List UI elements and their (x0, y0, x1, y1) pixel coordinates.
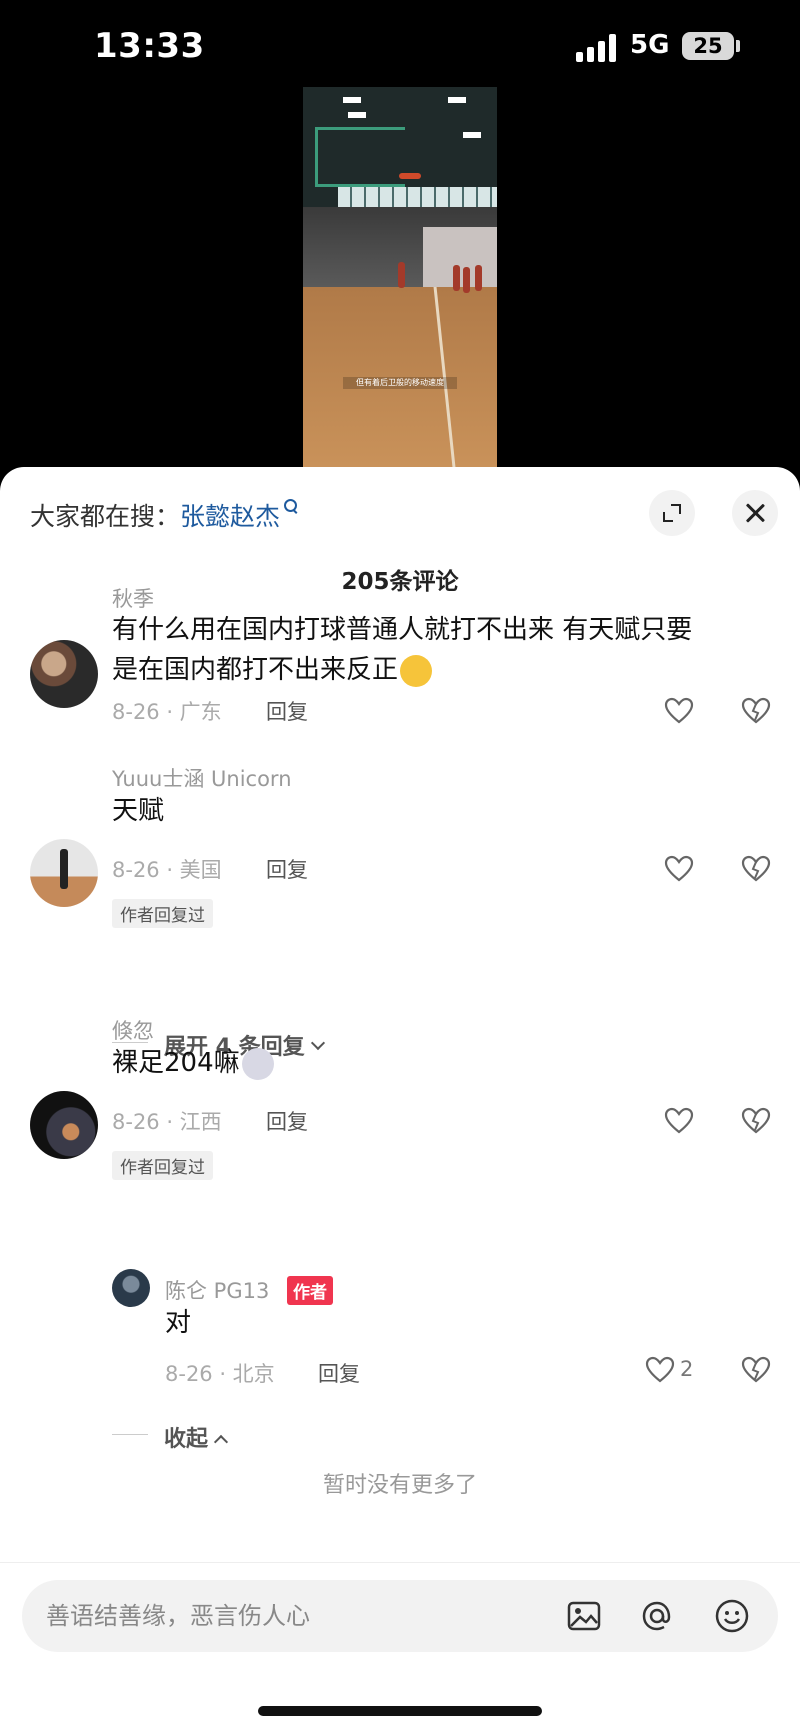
comment-sheet: 大家都在搜：张懿赵杰 205条评论 秋季 有什么用在国内打球普通人就打不出来 有… (0, 467, 800, 1731)
video-light (463, 132, 481, 138)
image-icon[interactable] (566, 1598, 602, 1634)
search-icon (284, 499, 300, 515)
comment-text: 有什么用在国内打球普通人就打不出来 有天赋只要 是在国内都打不出来反正 (112, 610, 692, 690)
avatar[interactable] (30, 640, 98, 708)
reply-text: 对 (165, 1308, 192, 1338)
reply-button[interactable]: 回复 (266, 1106, 308, 1136)
chevron-up-icon (213, 1434, 229, 1450)
comment-meta: 8-26 · 江西 (112, 1110, 222, 1134)
network-type: 5G (630, 30, 670, 60)
status-bar: 13:33 5G 25 (0, 0, 800, 92)
home-indicator[interactable] (258, 1706, 542, 1716)
video-light (343, 97, 361, 103)
dislike-icon[interactable] (741, 1355, 771, 1385)
status-time: 13:33 (94, 26, 205, 66)
video-player-figure (453, 265, 460, 291)
reply-username[interactable]: 陈仑 PG13 (165, 1275, 269, 1305)
comment-text-part: 是在国内都打不出来反正 (112, 655, 399, 685)
comment-username[interactable]: 秋季 (112, 583, 154, 613)
emoji-icon[interactable] (714, 1598, 750, 1634)
comment-text: 裸足204嘛 (112, 1043, 274, 1083)
comment-text: 天赋 (112, 796, 165, 826)
heart-icon[interactable] (664, 1106, 694, 1136)
divider (112, 1434, 148, 1435)
search-suggestion[interactable]: 大家都在搜：张懿赵杰 (30, 497, 300, 533)
battery-icon: 25 (682, 32, 734, 60)
heart-icon[interactable] (645, 1355, 675, 1385)
author-replied-tag: 作者回复过 (112, 899, 213, 928)
like-count: 2 (680, 1357, 694, 1381)
video-caption: 但有着后卫般的移动速度 (343, 377, 457, 389)
comment-username[interactable]: Yuuu士涵 Unicorn (112, 763, 292, 793)
at-icon[interactable] (639, 1598, 675, 1634)
collapse-replies-button[interactable]: 收起 (164, 1421, 229, 1453)
comment-meta: 8-26 · 美国 (112, 858, 222, 882)
video-hoop (399, 173, 421, 179)
avatar[interactable] (30, 1091, 98, 1159)
avatar[interactable] (112, 1269, 150, 1307)
dog-emoji-icon (241, 1047, 274, 1080)
expand-icon (663, 504, 681, 522)
comment-username[interactable]: 倏忽 (112, 1015, 154, 1045)
reply-button[interactable]: 回复 (318, 1358, 360, 1388)
collapse-label: 收起 (164, 1427, 209, 1452)
expand-button[interactable] (649, 490, 695, 536)
author-replied-tag: 作者回复过 (112, 1151, 213, 1180)
search-prefix: 大家都在搜： (30, 502, 181, 531)
search-term[interactable]: 张懿赵杰 (180, 502, 280, 531)
chevron-down-icon (310, 1035, 325, 1051)
video-player-figure (398, 262, 405, 288)
laughing-emoji-icon (400, 654, 433, 687)
dislike-icon[interactable] (741, 696, 771, 726)
comment-meta: 8-26 · 广东 (112, 700, 222, 724)
reply-meta: 8-26 · 北京 (165, 1362, 275, 1386)
close-button[interactable] (732, 490, 778, 536)
video-player[interactable]: 但有着后卫般的移动速度 (303, 87, 497, 467)
signal-icon (576, 34, 620, 62)
heart-icon[interactable] (664, 854, 694, 884)
video-backboard (315, 127, 405, 187)
heart-icon[interactable] (664, 696, 694, 726)
video-player-figure (463, 267, 470, 293)
battery-tip (736, 40, 740, 52)
no-more-text: 暂时没有更多了 (322, 1473, 477, 1498)
comment-text-part: 裸足204嘛 (112, 1048, 240, 1078)
video-banner (423, 227, 497, 287)
comment-text-line: 是在国内都打不出来反正 (112, 650, 692, 690)
video-windows (338, 187, 497, 209)
comment-input-bar (22, 1580, 778, 1652)
video-light (348, 112, 366, 118)
reply-button[interactable]: 回复 (266, 696, 308, 726)
video-light (448, 97, 466, 103)
comment-input[interactable] (46, 1580, 546, 1652)
video-player-figure (475, 265, 482, 291)
reply-button[interactable]: 回复 (266, 854, 308, 884)
dislike-icon[interactable] (741, 1106, 771, 1136)
close-icon (745, 503, 765, 523)
dislike-icon[interactable] (741, 854, 771, 884)
comment-text-line: 有什么用在国内打球普通人就打不出来 有天赋只要 (112, 615, 693, 645)
input-divider (0, 1562, 800, 1563)
avatar[interactable] (30, 839, 98, 907)
author-badge: 作者 (287, 1276, 333, 1305)
